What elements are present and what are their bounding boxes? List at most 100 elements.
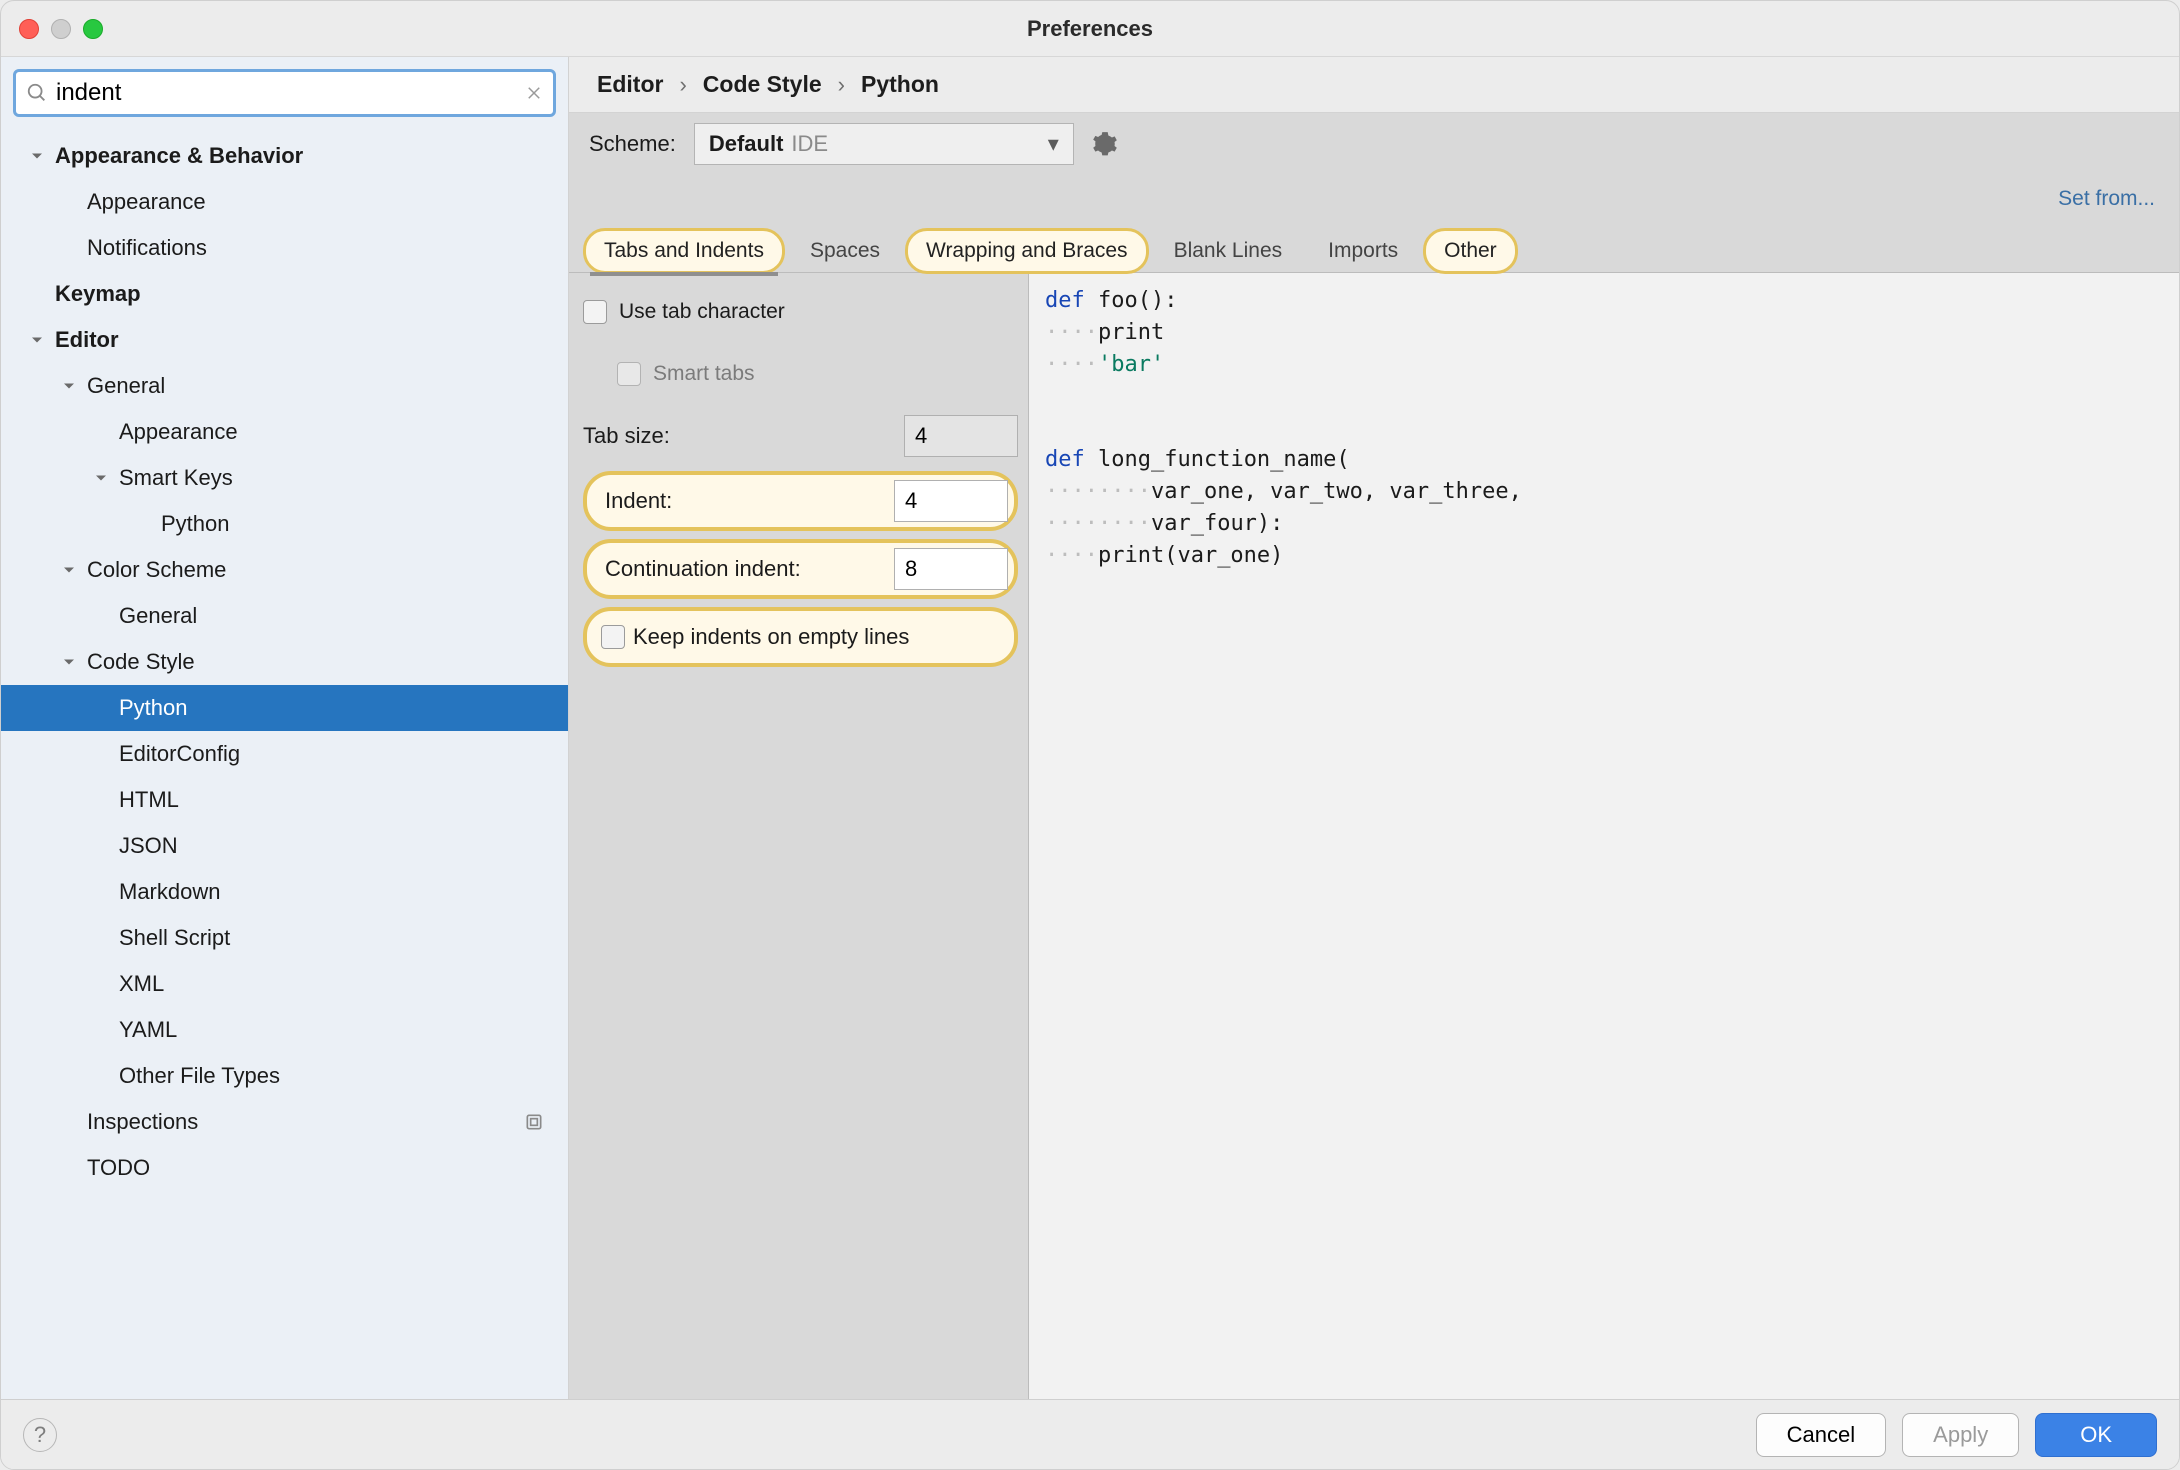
smart-tabs-checkbox bbox=[617, 362, 641, 386]
tree-item-label: Appearance bbox=[87, 189, 206, 215]
indent-label: Indent: bbox=[593, 488, 894, 514]
window-zoom-button[interactable] bbox=[83, 19, 103, 39]
chevron-down-icon[interactable] bbox=[59, 652, 79, 672]
tree-item-inspections[interactable]: Inspections bbox=[1, 1099, 568, 1145]
tree-item-todo[interactable]: TODO bbox=[1, 1145, 568, 1191]
chevron-down-icon[interactable] bbox=[27, 330, 47, 350]
tree-item-appearance-behavior[interactable]: Appearance & Behavior bbox=[1, 133, 568, 179]
tab-blank-lines[interactable]: Blank Lines bbox=[1153, 228, 1304, 274]
breadcrumb-item[interactable]: Code Style bbox=[703, 71, 822, 98]
tree-item-color-scheme[interactable]: Color Scheme bbox=[1, 547, 568, 593]
tree-item-label: General bbox=[87, 373, 165, 399]
tree-item-label: Python bbox=[119, 695, 188, 721]
keep-indents-checkbox[interactable] bbox=[601, 625, 625, 649]
tree-item-label: Smart Keys bbox=[119, 465, 233, 491]
continuation-indent-row-highlight: Continuation indent: bbox=[583, 539, 1018, 599]
breadcrumb-sep: › bbox=[838, 72, 845, 98]
tree-item-label: Appearance & Behavior bbox=[55, 143, 303, 169]
footer: ? Cancel Apply OK bbox=[1, 1399, 2179, 1469]
titlebar: Preferences bbox=[1, 1, 2179, 57]
window-title: Preferences bbox=[1027, 16, 1153, 42]
window-close-button[interactable] bbox=[19, 19, 39, 39]
indent-settings-form: Use tab character Smart tabs Tab size: I… bbox=[569, 273, 1029, 1399]
preferences-window: Preferences Appearance & BehaviorAppeara… bbox=[0, 0, 2180, 1470]
tree-item-editorconfig[interactable]: EditorConfig bbox=[1, 731, 568, 777]
apply-button[interactable]: Apply bbox=[1902, 1413, 2019, 1457]
chevron-down-icon[interactable] bbox=[27, 146, 47, 166]
breadcrumb-sep: › bbox=[679, 72, 686, 98]
chevron-down-icon[interactable] bbox=[59, 560, 79, 580]
tree-item-label: Shell Script bbox=[119, 925, 230, 951]
keep-indents-row-highlight[interactable]: Keep indents on empty lines bbox=[583, 607, 1018, 667]
tree-item-code-style[interactable]: Code Style bbox=[1, 639, 568, 685]
breadcrumb-item[interactable]: Python bbox=[861, 71, 939, 98]
tree-item-editor[interactable]: Editor bbox=[1, 317, 568, 363]
tree-item-notifications[interactable]: Notifications bbox=[1, 225, 568, 271]
clear-search-icon[interactable] bbox=[525, 84, 543, 102]
tree-item-python[interactable]: Python bbox=[1, 685, 568, 731]
tree-item-label: TODO bbox=[87, 1155, 150, 1181]
cancel-button[interactable]: Cancel bbox=[1756, 1413, 1886, 1457]
search-icon bbox=[26, 82, 48, 104]
indent-row-highlight: Indent: bbox=[583, 471, 1018, 531]
tree-item-shell-script[interactable]: Shell Script bbox=[1, 915, 568, 961]
tree-item-python[interactable]: Python bbox=[1, 501, 568, 547]
tab-tabs-and-indents[interactable]: Tabs and Indents bbox=[583, 228, 785, 274]
project-settings-icon bbox=[524, 1112, 544, 1132]
use-tab-row[interactable]: Use tab character bbox=[583, 285, 1018, 339]
tab-size-input[interactable] bbox=[904, 415, 1018, 457]
tree-item-label: Inspections bbox=[87, 1109, 198, 1135]
tree-item-appearance[interactable]: Appearance bbox=[1, 179, 568, 225]
tree-item-label: Keymap bbox=[55, 281, 141, 307]
continuation-indent-label: Continuation indent: bbox=[593, 556, 894, 582]
tree-item-label: Markdown bbox=[119, 879, 220, 905]
tree-item-label: EditorConfig bbox=[119, 741, 240, 767]
ok-button[interactable]: OK bbox=[2035, 1413, 2157, 1457]
sidebar: Appearance & Behavior Appearance Notificat… bbox=[1, 57, 569, 1399]
main-panel: Editor › Code Style › Python Scheme: Def… bbox=[569, 57, 2179, 1399]
tree-item-general[interactable]: General bbox=[1, 593, 568, 639]
window-minimize-button[interactable] bbox=[51, 19, 71, 39]
tab-spaces[interactable]: Spaces bbox=[789, 228, 901, 274]
tab-imports[interactable]: Imports bbox=[1307, 228, 1419, 274]
use-tab-label: Use tab character bbox=[619, 300, 785, 324]
gear-icon[interactable] bbox=[1092, 131, 1118, 157]
tree-item-label: General bbox=[119, 603, 197, 629]
chevron-down-icon[interactable] bbox=[59, 376, 79, 396]
tree-item-label: Color Scheme bbox=[87, 557, 226, 583]
search-input[interactable] bbox=[56, 79, 517, 107]
search-field[interactable] bbox=[13, 69, 556, 117]
tab-size-row: Tab size: bbox=[583, 409, 1018, 463]
indent-input[interactable] bbox=[894, 480, 1008, 522]
tree-item-label: Appearance bbox=[119, 419, 238, 445]
tree-item-label: YAML bbox=[119, 1017, 177, 1043]
tree-item-smart-keys[interactable]: Smart Keys bbox=[1, 455, 568, 501]
set-from-row: Set from... bbox=[569, 175, 2179, 223]
scheme-dropdown[interactable]: DefaultIDE ▾ bbox=[694, 123, 1074, 165]
set-from-link[interactable]: Set from... bbox=[2058, 187, 2155, 211]
use-tab-checkbox[interactable] bbox=[583, 300, 607, 324]
tree-item-general[interactable]: General bbox=[1, 363, 568, 409]
smart-tabs-row: Smart tabs bbox=[583, 347, 1018, 401]
tab-wrapping-and-braces[interactable]: Wrapping and Braces bbox=[905, 228, 1149, 274]
keep-indents-label: Keep indents on empty lines bbox=[625, 624, 1008, 650]
tree-item-yaml[interactable]: YAML bbox=[1, 1007, 568, 1053]
tree-item-html[interactable]: HTML bbox=[1, 777, 568, 823]
code-preview: def foo(): ····print ····'bar' def long_… bbox=[1029, 273, 2179, 1399]
tree-item-keymap[interactable]: Keymap bbox=[1, 271, 568, 317]
tree-item-json[interactable]: JSON bbox=[1, 823, 568, 869]
tree-item-appearance[interactable]: Appearance bbox=[1, 409, 568, 455]
tree-item-markdown[interactable]: Markdown bbox=[1, 869, 568, 915]
tree-item-xml[interactable]: XML bbox=[1, 961, 568, 1007]
tree-item-other-file-types[interactable]: Other File Types bbox=[1, 1053, 568, 1099]
breadcrumb-item[interactable]: Editor bbox=[597, 71, 663, 98]
help-button[interactable]: ? bbox=[23, 1418, 57, 1452]
tab-other[interactable]: Other bbox=[1423, 228, 1518, 274]
chevron-down-icon[interactable] bbox=[91, 468, 111, 488]
scheme-label: Scheme: bbox=[589, 131, 676, 157]
traffic-lights bbox=[19, 19, 103, 39]
smart-tabs-label: Smart tabs bbox=[653, 362, 755, 386]
tree-item-label: Python bbox=[161, 511, 230, 537]
tree-item-label: JSON bbox=[119, 833, 178, 859]
continuation-indent-input[interactable] bbox=[894, 548, 1008, 590]
